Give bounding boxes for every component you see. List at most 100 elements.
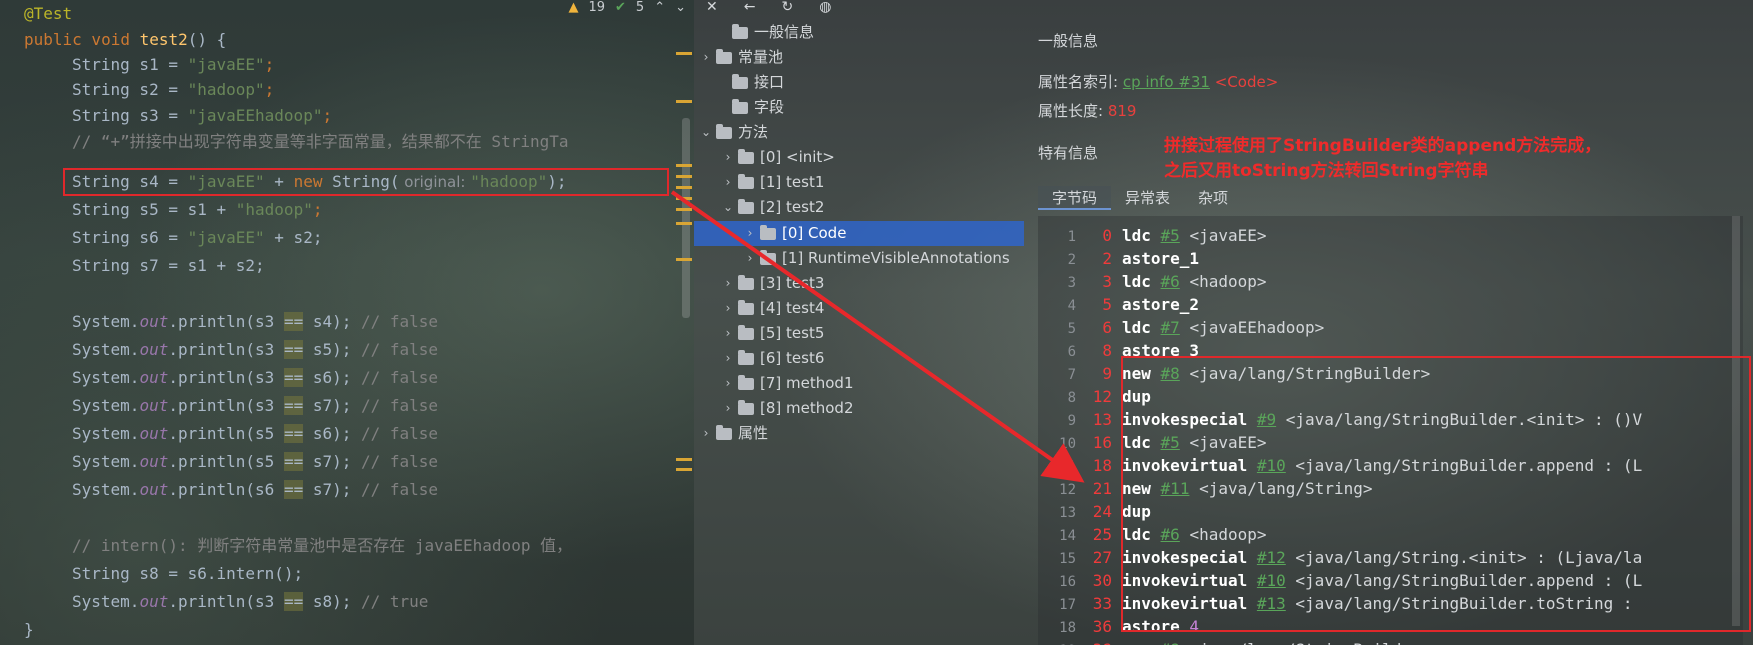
chevron-right-icon[interactable]: › [720,371,736,396]
code-text: s7); [303,480,361,499]
bytecode-row[interactable]: 1 0 ldc #5 <javaEE> [1038,224,1743,247]
tab-exception-table[interactable]: 异常表 [1111,186,1184,210]
tree-item-attributes[interactable]: › 属性 [698,421,768,446]
bytecode-offset: 13 [1092,410,1112,429]
tree-item-general[interactable]: 一般信息 [714,20,814,45]
bytecode-row[interactable]: 2 2 astore_1 [1038,247,1743,270]
tree-item-method[interactable]: › [7] method1 [720,371,854,396]
stripe-mark[interactable] [676,52,692,55]
tree-item-method[interactable]: › [1] test1 [720,170,825,195]
chevron-right-icon[interactable]: › [720,296,736,321]
chevron-right-icon[interactable]: › [742,221,758,246]
tree-item-method[interactable]: ⌄ [2] test2 [720,195,824,220]
globe-icon[interactable]: ◍ [819,0,831,15]
line-number: 12 [1059,482,1076,498]
bytecode-row[interactable]: 4 5 astore_2 [1038,293,1743,316]
tree-item-interfaces[interactable]: 接口 [714,70,784,95]
constant-ref[interactable]: #5 [1161,226,1180,245]
code-text: String s3 = [72,106,188,125]
static-field: out [139,368,169,387]
code-text: .println(s5 [168,452,284,471]
tree-item-method[interactable]: › [5] test5 [720,321,825,346]
opcode: ldc [1122,272,1151,291]
stripe-mark[interactable] [676,458,692,461]
chevron-down-icon[interactable]: ⌄ [698,120,714,145]
code-text: } [24,620,34,639]
stripe-mark[interactable] [676,186,692,189]
inspection-widget[interactable]: ▲ 19 ✔ 5 ⌃ ⌄ [568,0,686,15]
stripe-mark[interactable] [676,468,692,471]
bytecode-offset: 21 [1092,479,1112,498]
chevron-right-icon[interactable]: › [742,246,758,271]
chevron-up-icon[interactable]: ⌃ [654,0,665,15]
tree-item-method[interactable]: › [8] method2 [720,396,854,421]
attr-length-value: 819 [1107,102,1137,120]
line-number: 8 [1067,390,1076,406]
tab-bytecode[interactable]: 字节码 [1038,186,1112,210]
cp-info-link[interactable]: cp info #31 [1123,73,1210,91]
code-line: System.out.println(s3 == s4); // false [72,310,438,334]
code-line: // “+”拼接中出现字符串变量等非字面常量，结果都不在 StringTa [72,130,569,154]
tree-item-method[interactable]: › [0] <init> [720,145,835,170]
tree-item-fields[interactable]: 字段 [714,95,784,120]
stripe-mark[interactable] [676,100,692,103]
stripe-mark[interactable] [676,197,692,200]
stripe-mark[interactable] [676,175,692,178]
tree-item-methods[interactable]: ⌄ 方法 [698,120,768,145]
chevron-down-icon[interactable]: ⌄ [720,195,736,220]
tree-item-label: [8] method2 [760,399,854,417]
back-icon[interactable]: ← [744,0,756,15]
chevron-right-icon[interactable]: › [720,346,736,371]
constant-ref[interactable]: #6 [1161,272,1180,291]
attr-name-value: <Code> [1214,73,1279,91]
bytecode-row[interactable]: 5 6 ldc #7 <javaEEhadoop> [1038,316,1743,339]
refresh-icon[interactable]: ↻ [781,0,793,15]
code-text: s6); [303,368,361,387]
tab-misc[interactable]: 杂项 [1184,186,1242,210]
bytecode-offset: 2 [1102,249,1112,268]
stripe-mark[interactable] [676,164,692,167]
tree-item-method[interactable]: › [4] test4 [720,296,825,321]
comment: // false [361,312,439,331]
stripe-mark[interactable] [676,222,692,225]
code-text: .println(s3 [168,340,284,359]
close-icon[interactable]: ✕ [706,0,718,15]
tree-item-annotations[interactable]: › [1] RuntimeVisibleAnnotations [742,246,1010,271]
constant-ref[interactable]: #8 [1161,640,1180,645]
chevron-right-icon[interactable]: › [720,271,736,296]
section-title-general: 一般信息 [1038,32,1099,50]
bytecode-offset: 0 [1102,226,1112,245]
constant-ref[interactable]: #7 [1161,318,1180,337]
bytecode-row[interactable]: 3 3 ldc #6 <hadoop> [1038,270,1743,293]
chevron-right-icon[interactable]: › [720,321,736,346]
chevron-right-icon[interactable]: › [720,396,736,421]
tree-item-code[interactable]: › [0] Code [742,221,847,246]
chevron-down-icon[interactable]: ⌄ [675,0,686,15]
folder-icon [738,349,754,365]
folder-icon [738,299,754,315]
tree-item-method[interactable]: › [3] test3 [720,271,825,296]
stripe-mark[interactable] [676,258,692,261]
code-editor[interactable]: ▲ 19 ✔ 5 ⌃ ⌄ @Test public void test2() {… [0,0,694,645]
bytecode-offset: 25 [1092,525,1112,544]
bytecode-row[interactable]: 1938 new #8 <java/lang/StringBuilder> [1038,638,1743,645]
operator-highlight: == [283,452,304,471]
stripe-mark[interactable] [676,208,692,211]
code-line: System.out.println(s3 == s8); // true [72,590,428,614]
bytecode-offset: 33 [1092,594,1112,613]
chevron-right-icon[interactable]: › [698,421,714,446]
line-number: 17 [1059,597,1076,613]
code-line: String s2 = "hadoop"; [72,78,274,102]
tree-item-method[interactable]: › [6] test6 [720,346,825,371]
operator-highlight: == [283,396,304,415]
tree-item-constant-pool[interactable]: › 常量池 [698,45,783,70]
comment: // intern(): 判断字符串常量池中是否存在 javaEEhadoop … [72,536,573,555]
chevron-right-icon[interactable]: › [698,45,714,70]
error-stripe[interactable] [676,40,692,520]
chevron-right-icon[interactable]: › [720,170,736,195]
bytecode-offset: 18 [1092,456,1112,475]
code-line: String s7 = s1 + s2; [72,254,265,278]
code-text: .println(s6 [168,480,284,499]
chevron-right-icon[interactable]: › [720,145,736,170]
bytecode-offset: 24 [1092,502,1112,521]
